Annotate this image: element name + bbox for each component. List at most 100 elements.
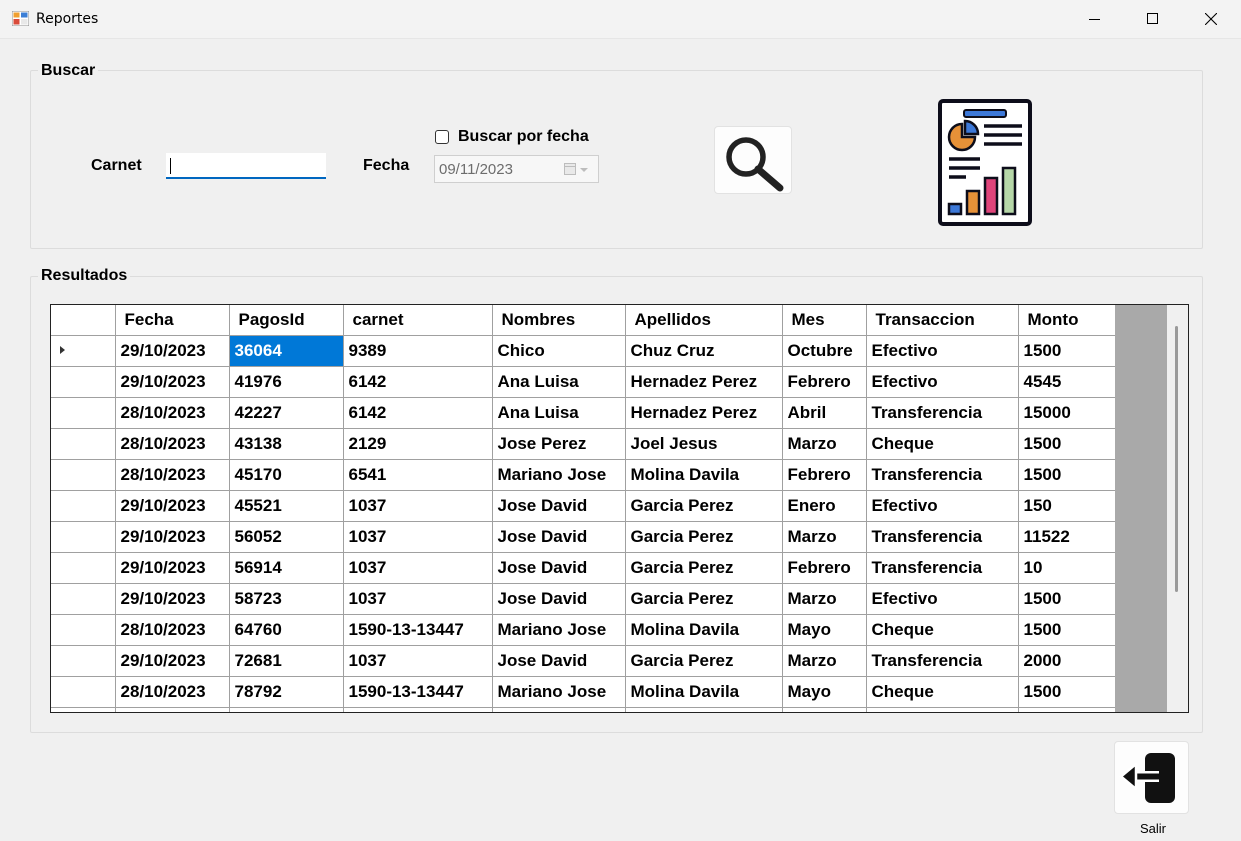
cell-nombres[interactable]: Jose Perez — [492, 428, 626, 460]
cell-nombres[interactable]: Mariano Jose — [492, 459, 626, 491]
column-header-fecha[interactable]: Fecha — [115, 305, 230, 336]
table-row[interactable]: 28/10/2023 43138 2129 Jose Perez Joel Jesus M… — [51, 428, 1116, 460]
table-row[interactable]: 29/10/2023 36064 9389 Chico Chuz Cruz Octubre… — [51, 335, 1116, 367]
cell-transaccion[interactable]: Transferencia — [866, 521, 1019, 553]
cell-carnet[interactable]: 1037 — [343, 490, 493, 522]
cell-monto[interactable]: 1500 — [1018, 583, 1116, 615]
cell-apellidos[interactable]: Molina Davila — [625, 614, 783, 646]
cell-carnet[interactable]: 6142 — [343, 366, 493, 398]
cell-pagosid[interactable]: 58723 — [229, 583, 344, 615]
table-row[interactable]: 29/10/2023 45521 1037 Jose David Garcia Pere… — [51, 490, 1116, 522]
salir-button[interactable] — [1114, 741, 1189, 814]
column-header-nombres[interactable]: Nombres — [492, 305, 626, 336]
cell-fecha[interactable]: 28/10/2023 — [115, 397, 230, 429]
cell-apellidos[interactable]: Garcia Perez — [625, 645, 783, 677]
cell-fecha[interactable]: 29/10/2023 — [115, 335, 230, 367]
row-header[interactable] — [51, 521, 116, 553]
cell-nombres[interactable]: Mariano Jose — [492, 676, 626, 708]
cell-transaccion[interactable]: Cheque — [866, 614, 1019, 646]
cell-apellidos[interactable]: Garcia Perez — [625, 521, 783, 553]
cell-apellidos[interactable]: Garcia Perez — [625, 707, 783, 712]
table-row[interactable]: 29/10/2023 41976 6142 Ana Luisa Hernadez Per… — [51, 366, 1116, 398]
cell-fecha[interactable]: 29/10/2023 — [115, 552, 230, 584]
table-row[interactable]: 29/10/2023 58723 1037 Jose David Garcia Pere… — [51, 583, 1116, 615]
cell-carnet[interactable]: 1037 — [343, 707, 493, 712]
row-header[interactable] — [51, 459, 116, 491]
cell-fecha[interactable]: 29/10/2023 — [115, 707, 230, 712]
column-header-carnet[interactable]: carnet — [343, 305, 493, 336]
cell-carnet[interactable]: 1590-13-13447 — [343, 614, 493, 646]
table-row[interactable]: 29/10/2023794301037Jose DavidGarcia Pere… — [51, 707, 1116, 712]
cell-fecha[interactable]: 28/10/2023 — [115, 428, 230, 460]
table-row[interactable]: 29/10/2023 72681 1037 Jose David Garcia Pere… — [51, 645, 1116, 677]
cell-fecha[interactable]: 29/10/2023 — [115, 645, 230, 677]
cell-mes[interactable]: Febrero — [782, 552, 867, 584]
cell-carnet[interactable]: 1590-13-13447 — [343, 676, 493, 708]
cell-pagosid[interactable]: 64760 — [229, 614, 344, 646]
cell-carnet[interactable]: 9389 — [343, 335, 493, 367]
cell-apellidos[interactable]: Garcia Perez — [625, 490, 783, 522]
cell-monto[interactable]: 1500 — [1018, 676, 1116, 708]
cell-mes[interactable]: Octubre — [782, 335, 867, 367]
cell-apellidos[interactable]: Garcia Perez — [625, 583, 783, 615]
maximize-button[interactable] — [1124, 0, 1182, 38]
table-row[interactable]: 28/10/2023 45170 6541 Mariano Jose Molina Da… — [51, 459, 1116, 491]
cell-pagosid[interactable]: 56052 — [229, 521, 344, 553]
cell-carnet[interactable]: 2129 — [343, 428, 493, 460]
cell-monto[interactable]: 2000 — [1018, 645, 1116, 677]
cell-nombres[interactable]: Ana Luisa — [492, 366, 626, 398]
cell-apellidos[interactable]: Molina Davila — [625, 459, 783, 491]
cell-nombres[interactable]: Jose David — [492, 707, 626, 712]
cell-fecha[interactable]: 28/10/2023 — [115, 614, 230, 646]
cell-fecha[interactable]: 28/10/2023 — [115, 676, 230, 708]
cell-fecha[interactable]: 29/10/2023 — [115, 366, 230, 398]
column-header-transaccion[interactable]: Transaccion — [866, 305, 1019, 336]
cell-pagosid[interactable]: 45521 — [229, 490, 344, 522]
cell-pagosid[interactable]: 72681 — [229, 645, 344, 677]
cell-monto[interactable]: 4545 — [1018, 366, 1116, 398]
cell-mes[interactable]: Marzo — [782, 583, 867, 615]
row-header[interactable] — [51, 707, 116, 712]
table-row[interactable]: 28/10/2023 42227 6142 Ana Luisa Hernadez Per… — [51, 397, 1116, 429]
cell-monto[interactable]: 15000 — [1018, 397, 1116, 429]
cell-transaccion[interactable]: Transferencia — [866, 645, 1019, 677]
buscar-por-fecha-checkbox[interactable] — [435, 130, 449, 144]
cell-monto[interactable]: 10 — [1018, 552, 1116, 584]
column-header-monto[interactable]: Monto — [1018, 305, 1116, 336]
cell-apellidos[interactable]: Hernadez Perez — [625, 397, 783, 429]
cell-nombres[interactable]: Chico — [492, 335, 626, 367]
cell-apellidos[interactable]: Joel Jesus — [625, 428, 783, 460]
cell-transaccion[interactable]: Cheque — [866, 676, 1019, 708]
cell-nombres[interactable]: Jose David — [492, 645, 626, 677]
cell-pagosid[interactable]: 79430 — [229, 707, 344, 712]
cell-mes[interactable]: Marzo — [782, 521, 867, 553]
cell-carnet[interactable]: 6142 — [343, 397, 493, 429]
cell-transaccion[interactable]: Transferencia — [866, 459, 1019, 491]
carnet-input[interactable] — [166, 153, 326, 179]
cell-apellidos[interactable]: Chuz Cruz — [625, 335, 783, 367]
cell-pagosid[interactable]: 78792 — [229, 676, 344, 708]
cell-nombres[interactable]: Jose David — [492, 552, 626, 584]
minimize-button[interactable] — [1066, 0, 1124, 38]
cell-mes[interactable]: Enero — [782, 707, 867, 712]
cell-transaccion[interactable]: Efectivo — [866, 490, 1019, 522]
table-row[interactable]: 28/10/2023 64760 1590-13-13447 Mariano Jose… — [51, 614, 1116, 646]
column-header-apellidos[interactable]: Apellidos — [625, 305, 783, 336]
row-header[interactable] — [51, 335, 116, 367]
cell-fecha[interactable]: 29/10/2023 — [115, 490, 230, 522]
row-header[interactable] — [51, 614, 116, 646]
row-header[interactable] — [51, 552, 116, 584]
cell-fecha[interactable]: 28/10/2023 — [115, 459, 230, 491]
row-header[interactable] — [51, 490, 116, 522]
cell-pagosid[interactable]: 41976 — [229, 366, 344, 398]
table-row[interactable]: 29/10/2023 56052 1037 Jose David Garcia Pere… — [51, 521, 1116, 553]
cell-transaccion[interactable]: Cheque — [866, 428, 1019, 460]
row-header[interactable] — [51, 397, 116, 429]
cell-mes[interactable]: Marzo — [782, 428, 867, 460]
cell-pagosid[interactable]: 45170 — [229, 459, 344, 491]
cell-monto[interactable]: 1500 — [1018, 614, 1116, 646]
row-header[interactable] — [51, 366, 116, 398]
table-row[interactable]: 29/10/2023 56914 1037 Jose David Garcia Pere… — [51, 552, 1116, 584]
table-row[interactable]: 28/10/2023 78792 1590-13-13447 Mariano Jose… — [51, 676, 1116, 708]
cell-pagosid[interactable]: 36064 — [229, 335, 344, 367]
